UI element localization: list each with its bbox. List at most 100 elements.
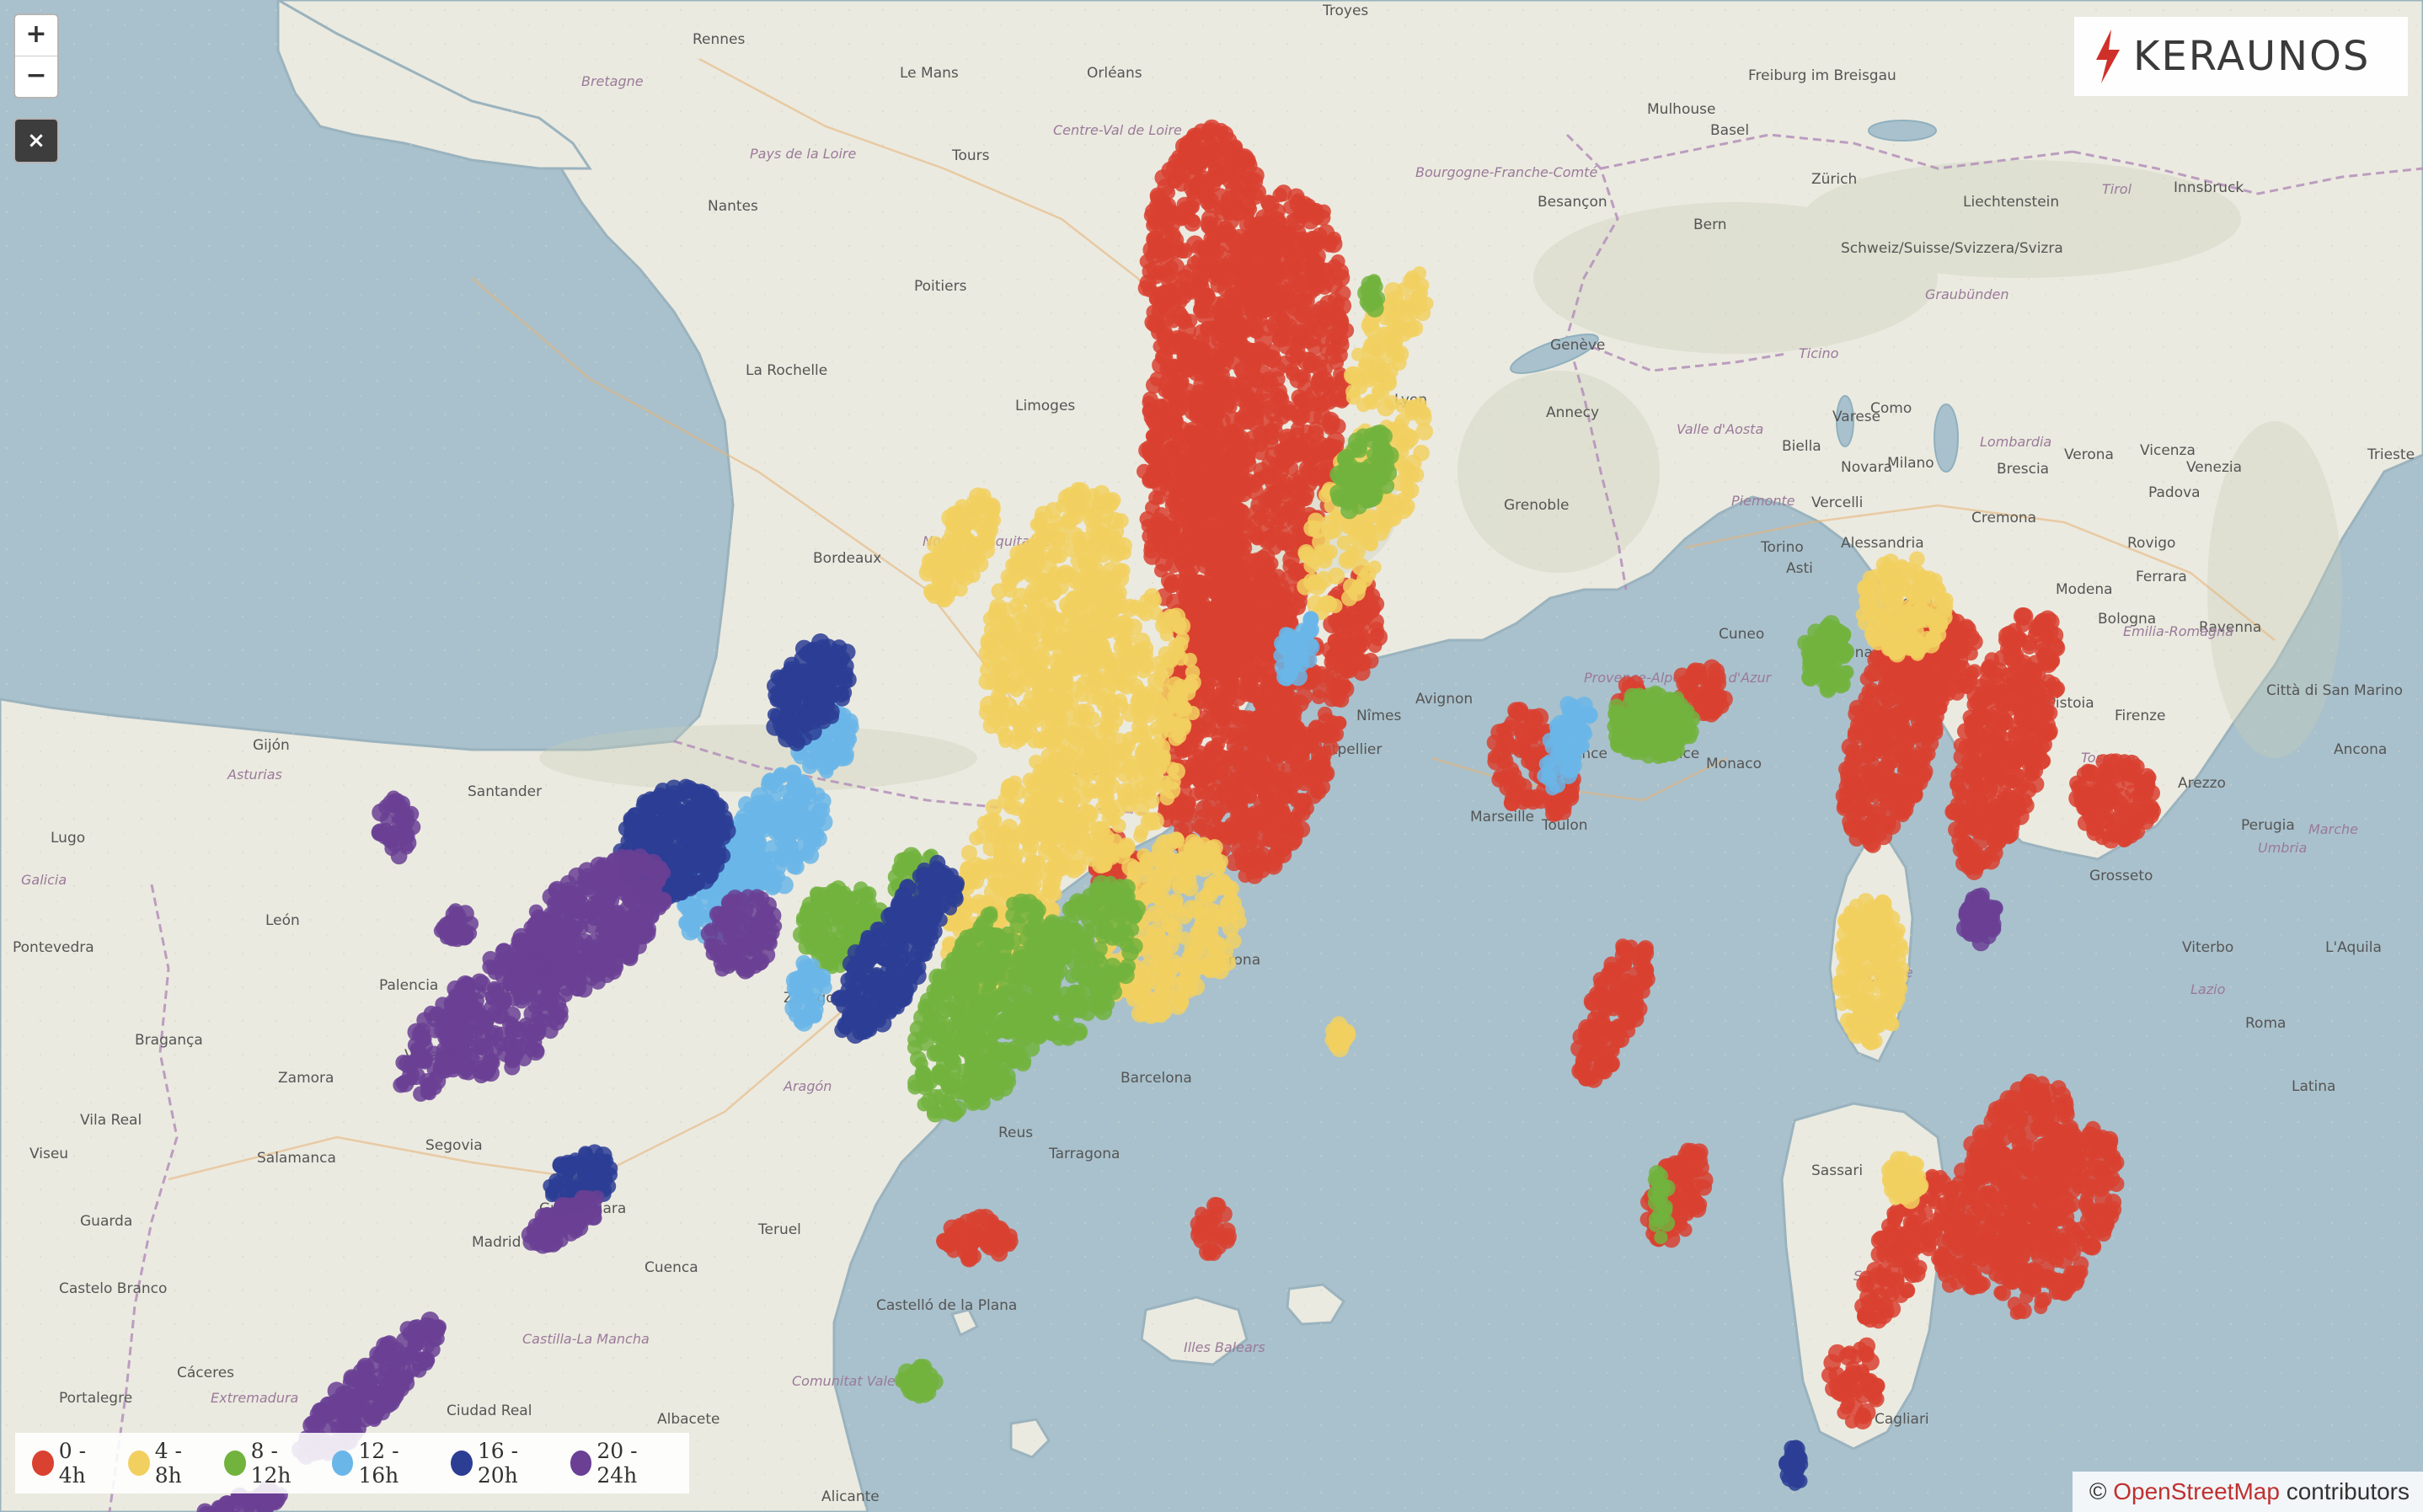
strike-point: [1345, 384, 1361, 399]
strike-point: [1197, 533, 1214, 551]
strike-point: [1127, 599, 1142, 615]
place-label: Aragón: [783, 1078, 832, 1094]
strike-point: [1161, 651, 1178, 668]
strike-point: [1211, 702, 1230, 720]
strike-point: [1158, 382, 1174, 398]
strike-point: [1329, 511, 1343, 526]
strike-point: [1276, 532, 1294, 550]
strike-point: [1178, 477, 1194, 493]
strike-point: [1308, 757, 1325, 775]
strike-point: [1351, 558, 1370, 576]
strike-point: [1307, 595, 1324, 612]
strike-point: [1172, 729, 1187, 744]
place-label: Ancona: [2334, 741, 2387, 758]
strike-point: [1326, 327, 1344, 344]
strike-point: [1273, 389, 1288, 404]
strike-point: [1305, 258, 1320, 274]
strike-point: [1234, 561, 1249, 576]
strike-point: [1274, 409, 1291, 425]
strike-point: [1210, 654, 1226, 671]
strike-point: [1188, 576, 1205, 593]
strike-point: [1165, 863, 1182, 879]
place-label: Graubünden: [1925, 286, 2009, 302]
strike-point: [1318, 303, 1338, 322]
strike-point: [1177, 269, 1194, 286]
strike-point: [1353, 655, 1370, 672]
strike-point: [1219, 489, 1235, 505]
strike-point: [951, 529, 970, 548]
strike-point: [1022, 797, 1041, 816]
strike-point: [1234, 602, 1252, 619]
strike-point: [1073, 630, 1088, 644]
strike-point: [1074, 787, 1093, 805]
place-label: Mulhouse: [1647, 101, 1715, 118]
place-label: Vila Real: [80, 1112, 142, 1129]
strike-point: [1051, 765, 1067, 782]
strike-point: [1110, 733, 1129, 751]
strike-point: [1168, 206, 1185, 223]
strike-point: [1231, 164, 1246, 179]
strike-point: [1261, 227, 1276, 243]
strike-point: [1141, 763, 1155, 777]
strike-point: [1307, 574, 1322, 590]
strike-point: [980, 661, 998, 679]
strike-point: [1044, 713, 1059, 729]
place-label: Rovigo: [2127, 535, 2175, 552]
place-label: Modena: [2056, 581, 2113, 598]
strike-point: [1075, 836, 1092, 852]
strike-point: [1149, 868, 1165, 884]
strike-point: [1377, 398, 1395, 417]
strike-point: [1056, 855, 1072, 872]
strike-point: [1050, 814, 1069, 833]
strike-point: [1285, 248, 1303, 267]
strike-point: [1261, 455, 1278, 473]
strike-point: [1199, 682, 1216, 698]
strike-point: [1329, 392, 1345, 408]
strike-point: [1017, 668, 1034, 685]
strike-point: [1312, 683, 1328, 699]
place-label: Tarragona: [1048, 1146, 1120, 1162]
strike-point: [1297, 743, 1312, 757]
strike-point: [1012, 587, 1030, 606]
place-label: Ciudad Real: [447, 1402, 532, 1419]
strike-point: [1293, 393, 1308, 408]
strike-point: [1256, 641, 1275, 660]
place-label: Cremona: [1971, 510, 2036, 526]
strike-point: [1249, 807, 1264, 822]
strike-point: [1217, 280, 1233, 297]
place-label: Genève: [1550, 337, 1605, 354]
strike-point: [1228, 245, 1244, 262]
strike-point: [1035, 571, 1051, 586]
strike-point: [1156, 349, 1174, 366]
strike-point: [1004, 655, 1022, 673]
strike-point: [1158, 616, 1177, 634]
strike-point: [975, 495, 994, 514]
strike-point: [1240, 645, 1255, 661]
strike-point: [1026, 866, 1043, 883]
strike-point: [1294, 443, 1312, 460]
strike-point: [1321, 522, 1339, 540]
strike-point: [1163, 576, 1180, 594]
place-label: Biella: [1782, 438, 1821, 455]
place-label: Trieste: [2367, 446, 2415, 463]
strike-point: [1232, 340, 1248, 355]
place-label: Roma: [2245, 1015, 2286, 1032]
strike-point: [1107, 522, 1125, 540]
strike-point: [1155, 834, 1174, 852]
strike-point: [1008, 735, 1024, 750]
strike-point: [1329, 644, 1347, 662]
strike-point: [1169, 691, 1186, 708]
place-label: León: [265, 912, 300, 929]
place-label: Teruel: [757, 1221, 801, 1238]
strike-point: [1063, 642, 1078, 658]
strike-point: [1153, 724, 1169, 741]
strike-point: [1242, 679, 1259, 696]
lightning-map[interactable]: RennesNantesLe Mans OrléansToursTroyesPoi…: [0, 0, 2423, 1512]
strike-point: [1301, 211, 1320, 230]
strike-point: [1301, 307, 1318, 324]
strike-point: [1163, 959, 1180, 977]
strike-point: [1091, 689, 1110, 707]
strike-point: [1168, 762, 1185, 780]
strike-point: [1234, 485, 1252, 503]
strike-point: [1384, 311, 1403, 329]
